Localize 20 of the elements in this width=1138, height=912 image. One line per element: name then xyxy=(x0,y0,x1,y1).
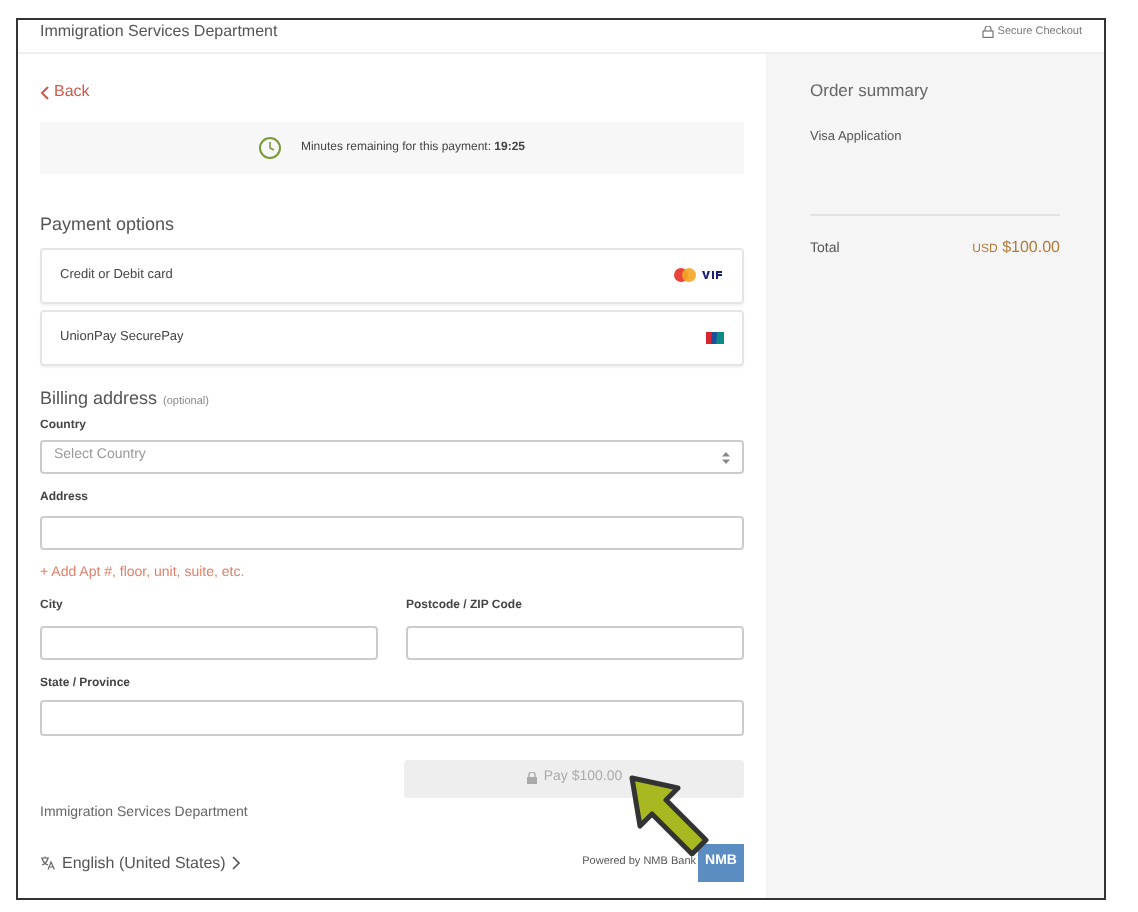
summary-heading: Order summary xyxy=(810,78,931,104)
language-selector[interactable]: English (United States) xyxy=(62,851,226,875)
lock-icon xyxy=(981,26,994,38)
chevron-left-icon xyxy=(40,85,50,99)
translate-icon xyxy=(40,856,56,870)
postcode-field[interactable] xyxy=(406,625,744,659)
chevron-right-icon xyxy=(231,856,240,870)
lock-icon xyxy=(525,772,538,784)
clock-icon xyxy=(258,136,283,160)
mastercard-icon xyxy=(674,268,696,282)
city-field[interactable] xyxy=(40,625,378,659)
pointer-arrow xyxy=(626,772,710,856)
unionpay-icon xyxy=(706,331,724,343)
address-field[interactable] xyxy=(40,516,744,550)
sort-arrows-icon xyxy=(722,451,730,463)
header-title: Immigration Services Department xyxy=(40,20,278,44)
billing-heading: Billing address xyxy=(40,385,158,412)
state-field[interactable] xyxy=(40,699,744,735)
back-link[interactable]: Back xyxy=(40,80,744,104)
payment-options-heading: Payment options xyxy=(40,212,177,238)
